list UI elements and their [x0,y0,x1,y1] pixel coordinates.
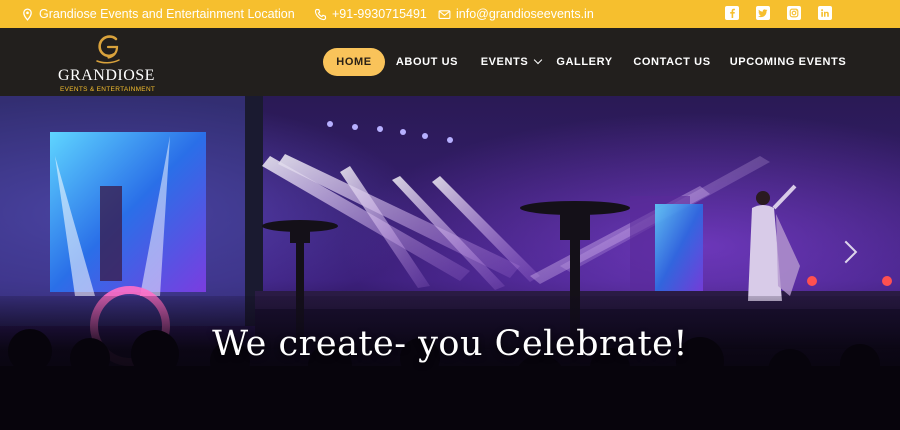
hero-slider: We create- you Celebrate! [0,96,900,430]
hero-headline-text: We create- you Celebrate! [212,324,688,364]
top-info-bar: Grandiose Events and Entertainment Locat… [0,0,900,28]
location-text: Grandiose Events and Entertainment Locat… [39,7,295,21]
phone-link[interactable]: +91-9930715491 [313,0,427,28]
nav-events[interactable]: EVENTS [480,48,543,76]
map-pin-icon [20,7,34,21]
chevron-down-icon [534,55,543,65]
phone-text: +91-9930715491 [332,7,427,21]
nav-events-label: EVENTS [480,56,529,68]
nav-upcoming-events-label: UPCOMING EVENTS [729,56,847,68]
site-logo[interactable]: GRANDIOSE EVENTS & ENTERTAINMENT [58,34,156,93]
nav-home-label: HOME [336,56,372,68]
twitter-icon[interactable] [756,6,770,20]
linkedin-icon[interactable] [818,6,832,20]
logo-tagline: EVENTS & ENTERTAINMENT [60,86,156,93]
nav-gallery[interactable]: GALLERY [556,48,613,76]
logo-emblem-icon [96,35,120,64]
logo-name: GRANDIOSE [58,67,155,84]
nav-contact-us-label: CONTACT US [633,56,711,68]
slider-next-arrow-icon[interactable] [838,236,858,270]
email-text: info@grandioseevents.in [456,7,594,21]
hero-concert-image [0,96,900,430]
nav-home[interactable]: HOME [323,48,385,76]
location-link[interactable]: Grandiose Events and Entertainment Locat… [20,0,295,28]
nav-upcoming-events[interactable]: UPCOMING EVENTS [729,48,847,76]
facebook-icon[interactable] [725,6,739,20]
phone-icon [313,7,327,21]
nav-gallery-label: GALLERY [556,56,613,68]
instagram-icon[interactable] [787,6,801,20]
email-link[interactable]: info@grandioseevents.in [437,0,594,28]
envelope-icon [437,7,451,21]
nav-about-us[interactable]: ABOUT US [395,48,459,76]
nav-contact-us[interactable]: CONTACT US [633,48,711,76]
nav-about-us-label: ABOUT US [395,56,459,68]
main-navbar: GRANDIOSE EVENTS & ENTERTAINMENT HOME AB… [0,28,900,96]
hero-headline: We create- you Celebrate! [0,324,900,364]
